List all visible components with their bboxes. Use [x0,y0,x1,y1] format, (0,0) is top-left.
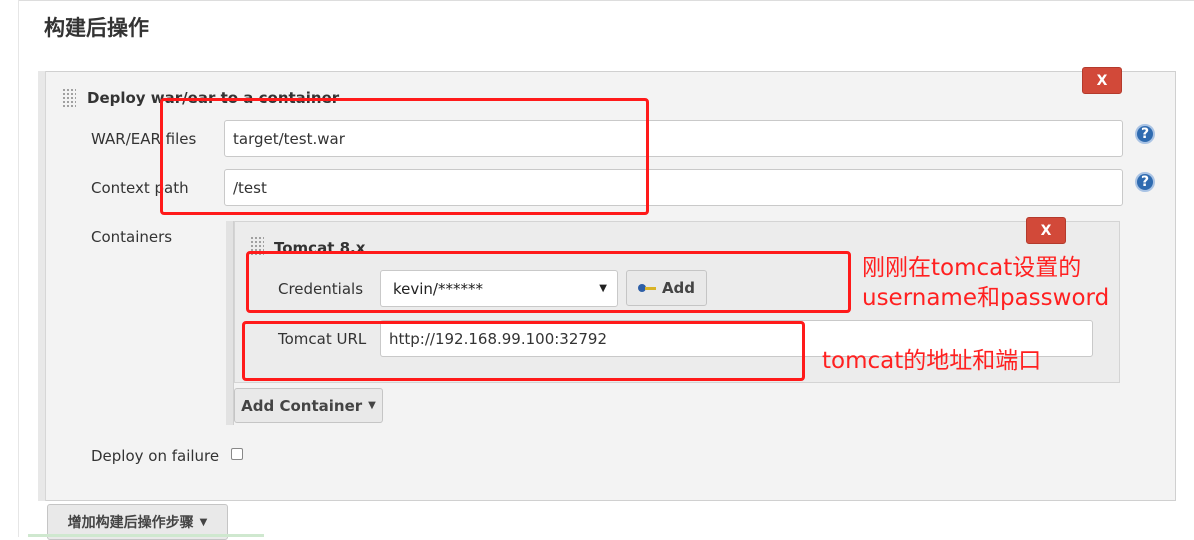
dropdown-caret-icon: ▼ [199,516,208,528]
close-icon: X [1096,72,1108,89]
delete-container-button[interactable]: X [1026,217,1066,244]
top-divider [18,0,1194,3]
deploy-on-failure-label: Deploy on failure [91,447,220,465]
annotation-box-credentials [246,251,851,313]
help-icon[interactable]: ? [1135,172,1155,192]
annotation-box-url [242,321,805,381]
close-icon: X [1040,222,1052,239]
delete-step-button[interactable]: X [1082,67,1122,94]
url-annotation: tomcat的地址和端口 [822,348,1042,374]
containers-handle-bar[interactable] [226,221,234,425]
drag-handle-icon[interactable] [62,88,76,108]
deploy-on-failure-checkbox[interactable] [231,448,243,460]
dropdown-caret-icon: ▼ [368,400,376,411]
containers-label: Containers [91,228,173,246]
deploy-step-handle-bar[interactable] [38,71,46,501]
annotation-box-paths [160,98,649,215]
left-divider [18,0,19,537]
section-title: 构建后操作 [44,16,149,40]
credentials-annotation: 刚刚在tomcat设置的 username和password [862,255,1110,311]
add-container-button[interactable]: Add Container ▼ [234,388,383,423]
help-icon[interactable]: ? [1135,124,1155,144]
